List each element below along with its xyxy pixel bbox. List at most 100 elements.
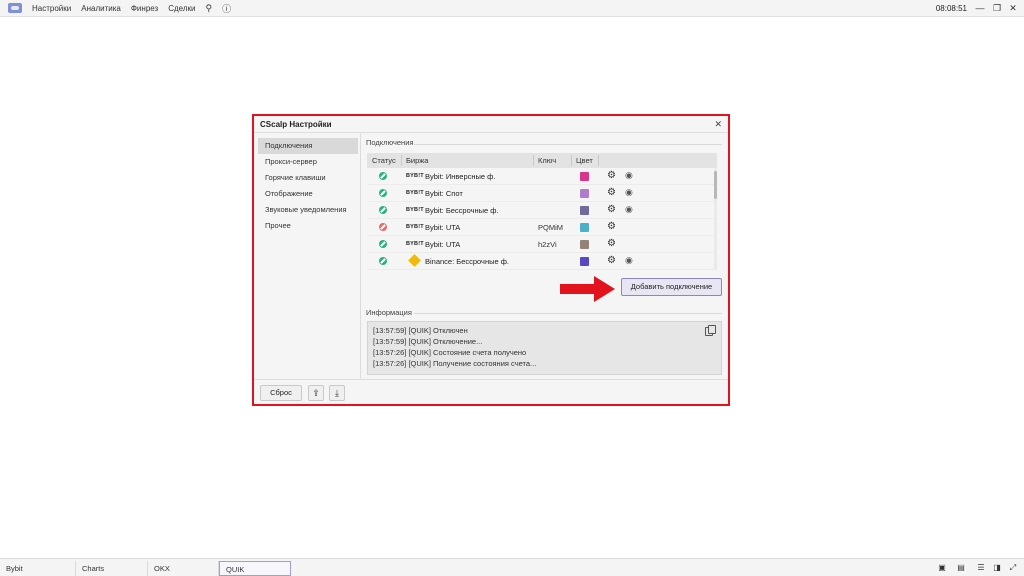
- log-line: [13:57:59] [QUIK] Отключение...: [373, 337, 483, 346]
- color-swatch[interactable]: [580, 172, 589, 181]
- connections-section-title: Подключения: [366, 138, 414, 147]
- menu-trades[interactable]: Сделки: [168, 4, 195, 13]
- status-connected-icon: [379, 257, 387, 265]
- log-line: [13:57:26] [QUIK] Получение состояния сч…: [373, 359, 537, 368]
- pin-off-icon[interactable]: ⚲: [205, 3, 212, 14]
- color-swatch[interactable]: [580, 257, 589, 266]
- exchange-name: Bybit: UTA: [425, 223, 461, 232]
- color-swatch[interactable]: [580, 240, 589, 249]
- api-key: PQMiM: [538, 223, 563, 232]
- log-line: [13:57:59] [QUIK] Отключен: [373, 326, 468, 335]
- exchange-name: Bybit: Спот: [425, 189, 463, 198]
- sidebar-item-display[interactable]: Отображение: [258, 186, 358, 202]
- column-color[interactable]: Цвет: [576, 156, 593, 165]
- exchange-name: Binance: Бессрочные ф.: [425, 257, 509, 266]
- sidebar-item-proxy[interactable]: Прокси-сервер: [258, 154, 358, 170]
- panel-icon[interactable]: ◨: [992, 563, 1002, 572]
- bybit-logo: BYB!T: [406, 224, 424, 230]
- dialog-footer: Сброс ⇪ ⤓: [254, 379, 728, 404]
- import-icon[interactable]: ⤓: [329, 385, 345, 401]
- status-connected-icon: [379, 240, 387, 248]
- bybit-logo: BYB!T: [406, 190, 424, 196]
- gear-icon[interactable]: ⚙: [607, 204, 616, 215]
- menu-finrez[interactable]: Финрез: [131, 4, 158, 13]
- gear-icon[interactable]: ⚙: [607, 221, 616, 232]
- column-separator: [571, 155, 572, 166]
- column-separator: [598, 155, 599, 166]
- status-connected-icon: [379, 189, 387, 197]
- settings-dialog: CScalp Настройки ✕ Подключения Прокси-се…: [254, 116, 728, 404]
- tab-charts[interactable]: Charts: [76, 561, 148, 576]
- sidebar-item-connections[interactable]: Подключения: [258, 138, 358, 154]
- sidebar-item-other[interactable]: Прочее: [258, 218, 358, 234]
- table-row[interactable]: BYB!T Bybit: Инверсные ф. ⚙ ◉: [367, 168, 717, 185]
- color-swatch[interactable]: [580, 206, 589, 215]
- table-row[interactable]: BYB!T Bybit: Бессрочные ф. ⚙ ◉: [367, 202, 717, 219]
- gear-icon[interactable]: ⚙: [607, 238, 616, 249]
- help-icon[interactable]: ⓘ: [222, 2, 231, 15]
- column-exchange[interactable]: Биржа: [406, 156, 428, 165]
- dialog-title: CScalp Настройки: [260, 120, 332, 129]
- sidebar-divider: [360, 133, 361, 379]
- expand-icon[interactable]: ⤢: [1008, 563, 1018, 572]
- screen-icon[interactable]: ▣: [937, 563, 947, 572]
- status-connected-icon: [379, 172, 387, 180]
- table-row[interactable]: BYB!T Bybit: Спот ⚙ ◉: [367, 185, 717, 202]
- dialog-close-icon[interactable]: ✕: [714, 119, 722, 130]
- tab-quik[interactable]: QUIK: [219, 561, 291, 576]
- bottom-tab-bar: Bybit Charts OKX QUIK ▣ ▤ ☰ ◨ ⤢: [0, 558, 1024, 576]
- status-error-icon: [379, 223, 387, 231]
- sidebar-item-hotkeys[interactable]: Горячие клавиши: [258, 170, 358, 186]
- menu-settings[interactable]: Настройки: [32, 4, 71, 13]
- color-swatch[interactable]: [580, 223, 589, 232]
- table-row[interactable]: BYB!T Bybit: UTA h2zVi ⚙: [367, 236, 717, 253]
- column-key[interactable]: Ключ: [538, 156, 556, 165]
- bybit-logo: BYB!T: [406, 207, 424, 213]
- column-separator: [401, 155, 402, 166]
- reset-button[interactable]: Сброс: [260, 385, 302, 401]
- dialog-header: CScalp Настройки ✕: [254, 116, 728, 133]
- table-scrollbar-thumb[interactable]: [714, 171, 717, 199]
- gear-icon[interactable]: ⚙: [607, 255, 616, 266]
- section-divider: [414, 313, 722, 314]
- column-status[interactable]: Статус: [372, 156, 396, 165]
- minimize-icon[interactable]: —: [973, 2, 987, 15]
- layout-icon[interactable]: ▤: [956, 563, 966, 572]
- connections-table: Статус Биржа Ключ Цвет BYB!T Bybit: Инве…: [367, 153, 717, 270]
- close-icon[interactable]: ✕: [1006, 2, 1020, 15]
- settings-sidebar: Подключения Прокси-сервер Горячие клавиш…: [258, 138, 358, 378]
- copy-icon[interactable]: [705, 325, 716, 336]
- table-row[interactable]: BYB!T Bybit: UTA PQMiM ⚙: [367, 219, 717, 236]
- info-section-title: Информация: [366, 308, 412, 317]
- eye-icon[interactable]: ◉: [625, 187, 633, 198]
- color-swatch[interactable]: [580, 189, 589, 198]
- clock: 08:08:51: [935, 4, 967, 13]
- gear-icon[interactable]: ⚙: [607, 187, 616, 198]
- red-arrow-annotation: [560, 276, 615, 302]
- table-row[interactable]: Binance: Бессрочные ф. ⚙ ◉: [367, 253, 717, 270]
- exchange-name: Bybit: Инверсные ф.: [425, 172, 496, 181]
- sidebar-item-sounds[interactable]: Звуковые уведомления: [258, 202, 358, 218]
- binance-logo: [408, 254, 421, 267]
- gear-icon[interactable]: ⚙: [607, 170, 616, 181]
- exchange-name: Bybit: Бессрочные ф.: [425, 206, 499, 215]
- eye-icon[interactable]: ◉: [625, 204, 633, 215]
- add-connection-button[interactable]: Добавить подключение: [621, 278, 722, 296]
- exchange-name: Bybit: UTA: [425, 240, 461, 249]
- log-line: [13:57:26] [QUIK] Состояние счета получе…: [373, 348, 527, 357]
- tab-bybit[interactable]: Bybit: [0, 561, 76, 576]
- api-key: h2zVi: [538, 240, 557, 249]
- menu-analytics[interactable]: Аналитика: [81, 4, 121, 13]
- eye-icon[interactable]: ◉: [625, 170, 633, 181]
- list-icon[interactable]: ☰: [976, 563, 986, 572]
- tab-okx[interactable]: OKX: [148, 561, 219, 576]
- eye-icon[interactable]: ◉: [625, 255, 633, 266]
- column-separator: [533, 155, 534, 166]
- top-menu-bar: Настройки Аналитика Финрез Сделки ⚲ ⓘ 08…: [0, 0, 1024, 17]
- info-log[interactable]: [13:57:59] [QUIK] Отключен [13:57:59] [Q…: [367, 321, 722, 375]
- restore-icon[interactable]: ❐: [990, 2, 1004, 15]
- cscalp-logo[interactable]: [8, 3, 22, 13]
- table-header: Статус Биржа Ключ Цвет: [367, 153, 717, 168]
- bybit-logo: BYB!T: [406, 241, 424, 247]
- export-icon[interactable]: ⇪: [308, 385, 324, 401]
